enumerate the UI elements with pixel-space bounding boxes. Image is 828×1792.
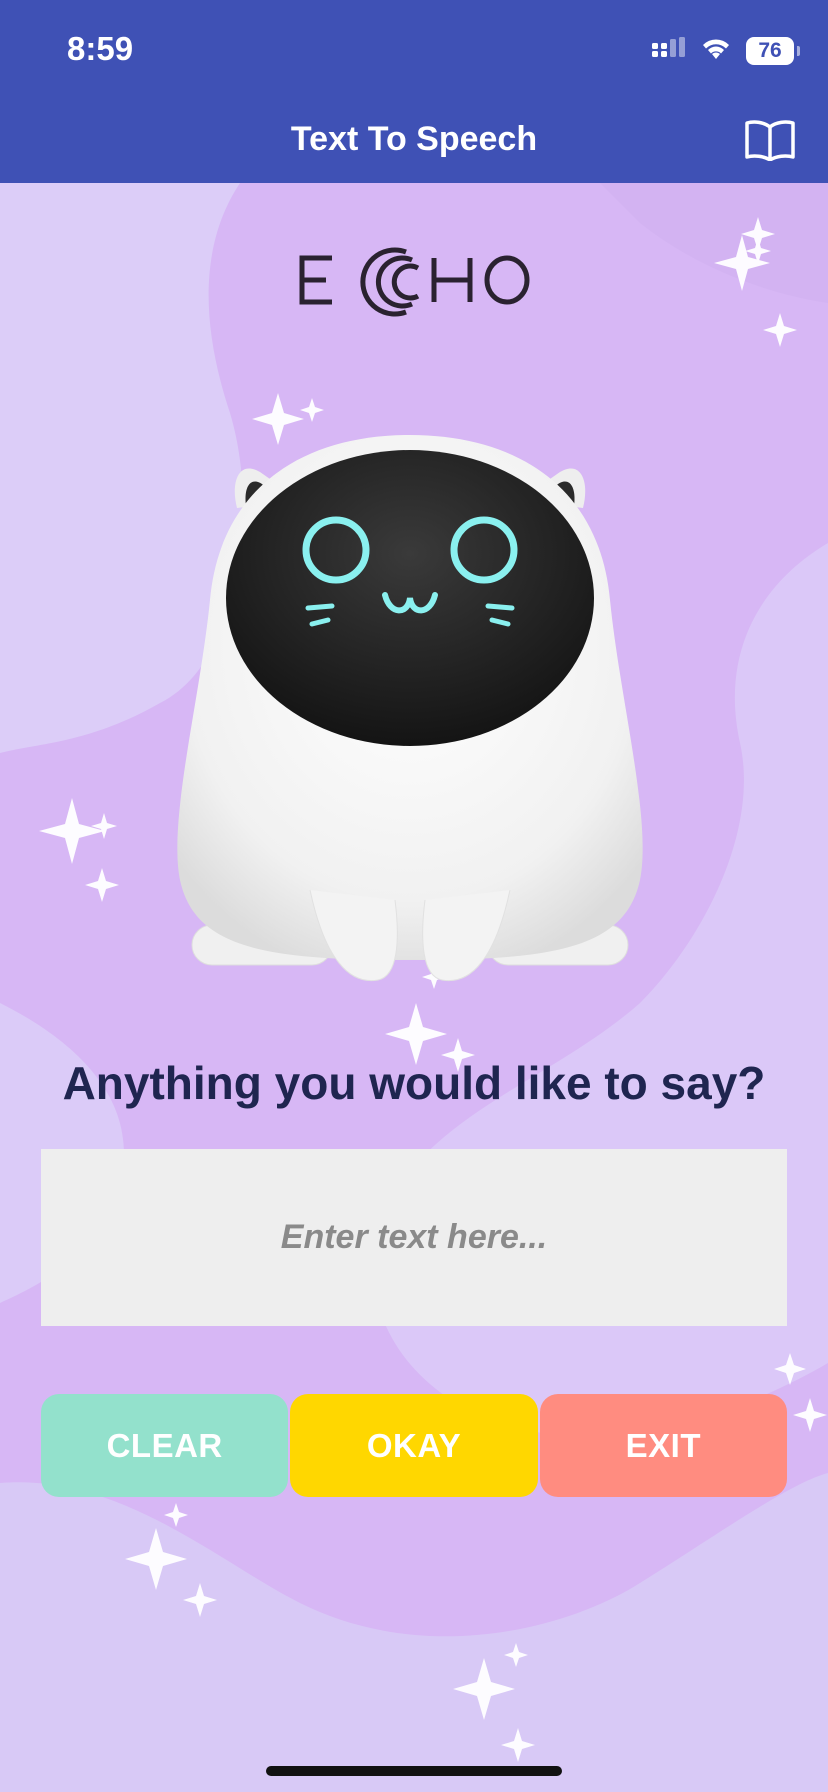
okay-button[interactable]: OKAY: [290, 1394, 538, 1497]
app-header: 8:59 76 Text To Speech: [0, 0, 828, 183]
book-icon[interactable]: [742, 118, 798, 162]
action-buttons: CLEAR OKAY EXIT: [41, 1394, 787, 1497]
cellular-signal-icon: [652, 36, 686, 66]
battery-icon: 76: [746, 37, 800, 65]
page-title: Text To Speech: [290, 120, 538, 158]
status-icons: 76: [652, 34, 800, 68]
exit-button[interactable]: EXIT: [539, 1394, 787, 1497]
prompt-heading: Anything you would like to say?: [62, 1057, 766, 1109]
wifi-icon: [700, 37, 732, 66]
status-time: 8:59: [67, 30, 134, 67]
speech-text-input[interactable]: [41, 1149, 787, 1326]
echo-robot-mascot: [150, 420, 670, 1000]
echo-logo: ECHO: [0, 230, 828, 330]
home-indicator[interactable]: [266, 1766, 562, 1776]
clear-button[interactable]: CLEAR: [41, 1394, 289, 1497]
